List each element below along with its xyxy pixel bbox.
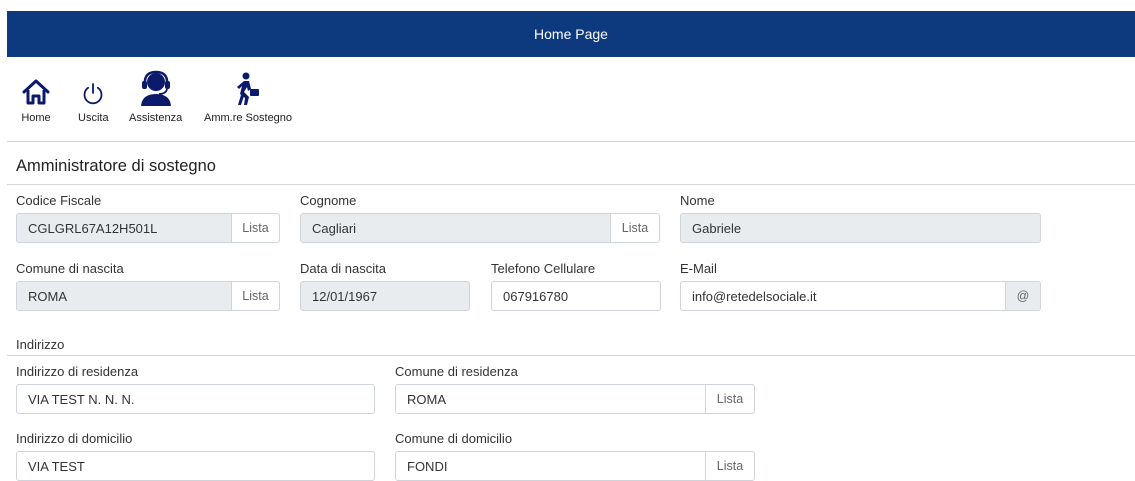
- comune-nascita-lista-button[interactable]: Lista: [231, 281, 280, 311]
- divider: [7, 355, 1135, 356]
- nome-input[interactable]: Gabriele: [680, 213, 1041, 243]
- exit-button[interactable]: Uscita: [78, 66, 109, 124]
- comune-residenza-label: Comune di residenza: [395, 364, 518, 379]
- codice-fiscale-lista-button[interactable]: Lista: [231, 213, 280, 243]
- telefono-label: Telefono Cellulare: [491, 261, 596, 276]
- comune-domicilio-input[interactable]: FONDI: [395, 451, 706, 481]
- support-button[interactable]: Assistenza: [129, 66, 182, 124]
- indirizzo-domicilio-label: Indirizzo di domicilio: [16, 431, 133, 446]
- walking-person-icon: [235, 66, 261, 106]
- email-label: E-Mail: [680, 261, 717, 276]
- divider: [7, 141, 1135, 142]
- codice-fiscale-label: Codice Fiscale: [16, 193, 102, 208]
- home-button[interactable]: Home: [21, 66, 51, 124]
- email-input[interactable]: info@retedelsociale.it: [680, 281, 1006, 311]
- headset-icon: [139, 66, 173, 106]
- cognome-lista-button[interactable]: Lista: [610, 213, 660, 243]
- home-label: Home: [21, 112, 51, 124]
- section-title: Amministratore di sostegno: [16, 157, 216, 175]
- indirizzo-residenza-input[interactable]: VIA TEST N. N. N.: [16, 384, 375, 414]
- divider: [7, 184, 1135, 185]
- telefono-input[interactable]: 067916780: [491, 281, 661, 311]
- codice-fiscale-input[interactable]: CGLGRL67A12H501L: [16, 213, 232, 243]
- nome-label: Nome: [680, 193, 715, 208]
- email-at-addon: @: [1005, 281, 1041, 311]
- comune-residenza-lista-button[interactable]: Lista: [705, 384, 755, 414]
- comune-domicilio-lista-button[interactable]: Lista: [705, 451, 755, 481]
- admin-support-button[interactable]: Amm.re Sostegno: [204, 66, 292, 124]
- comune-nascita-input[interactable]: ROMA: [16, 281, 232, 311]
- page-title: Home Page: [534, 26, 608, 42]
- address-section-title: Indirizzo: [16, 337, 65, 352]
- data-nascita-input[interactable]: 12/01/1967: [300, 281, 470, 311]
- power-icon: [81, 66, 105, 106]
- support-label: Assistenza: [129, 112, 183, 124]
- cognome-input[interactable]: Cagliari: [300, 213, 611, 243]
- comune-nascita-label: Comune di nascita: [16, 261, 124, 276]
- data-nascita-label: Data di nascita: [300, 261, 386, 276]
- exit-label: Uscita: [78, 112, 109, 124]
- comune-residenza-input[interactable]: ROMA: [395, 384, 706, 414]
- admin-support-label: Amm.re Sostegno: [204, 112, 293, 124]
- top-header-bar: Home Page: [7, 11, 1135, 57]
- comune-domicilio-label: Comune di domicilio: [395, 431, 513, 446]
- cognome-label: Cognome: [300, 193, 357, 208]
- indirizzo-domicilio-input[interactable]: VIA TEST: [16, 451, 375, 481]
- home-icon: [21, 66, 51, 106]
- indirizzo-residenza-label: Indirizzo di residenza: [16, 364, 139, 379]
